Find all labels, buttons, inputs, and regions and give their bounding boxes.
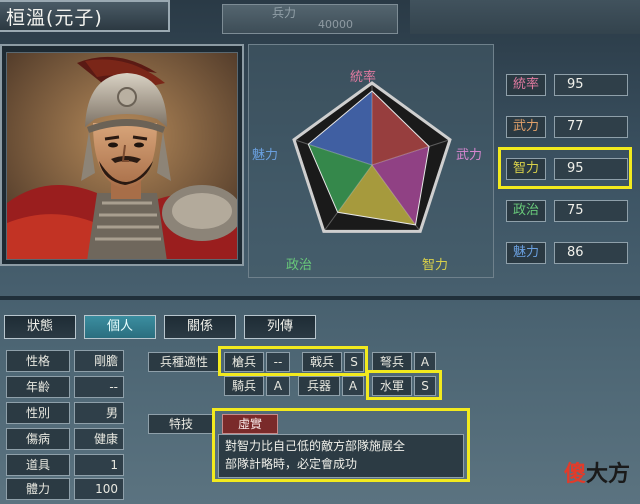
soldiers-bar (222, 4, 398, 34)
tab-biography[interactable]: 列傳 (244, 315, 316, 339)
stat-label: 政治 (506, 200, 546, 222)
unit-cavalry-grade: A (266, 376, 290, 396)
section-divider (0, 296, 640, 300)
soldiers-label: 兵力 (272, 6, 297, 20)
stat-value: 95 (554, 74, 628, 96)
attr-value: 1 (74, 454, 124, 476)
attr-label: 傷病 (6, 428, 70, 450)
stat-row-leadership: 統率 95 (506, 74, 628, 96)
officer-portrait (6, 52, 238, 260)
unit-crossbow: 弩兵 (372, 352, 412, 372)
stat-value: 86 (554, 242, 628, 264)
attr-label: 性格 (6, 350, 70, 372)
header-decor-bar (410, 0, 640, 34)
attr-label: 道具 (6, 454, 70, 476)
attr-value: 健康 (74, 428, 124, 450)
attr-row-health: 傷病 健康 (6, 428, 124, 450)
skill-title: 特技 (148, 414, 214, 434)
officer-name: 桓溫(元子) (6, 7, 103, 29)
attr-row-stamina: 體力 100 (6, 478, 124, 500)
attr-row-personality: 性格 剛膽 (6, 350, 124, 372)
watermark-part2: 大方 (585, 462, 630, 487)
attr-label: 體力 (6, 478, 70, 500)
attr-row-age: 年齡 -- (6, 376, 124, 398)
watermark-part1: 傻 (563, 462, 586, 487)
radar-label-war: 武力 (456, 148, 483, 163)
attr-value: -- (74, 376, 124, 398)
highlight-spear-halberd (218, 346, 368, 376)
stat-value: 77 (554, 116, 628, 138)
highlight-navy (366, 370, 442, 400)
watermark: 傻大方 (564, 456, 630, 488)
attr-label: 年齡 (6, 376, 70, 398)
attr-row-gender: 性別 男 (6, 402, 124, 424)
radar-label-politics: 政治 (286, 258, 313, 273)
aptitude-title: 兵種適性 (148, 352, 220, 372)
tab-status[interactable]: 狀態 (4, 315, 76, 339)
attr-row-items: 道具 1 (6, 454, 124, 476)
soldiers-value: 40000 (318, 18, 353, 31)
radar-label-intelligence: 智力 (422, 258, 449, 273)
attr-value: 男 (74, 402, 124, 424)
stat-label: 統率 (506, 74, 546, 96)
unit-siege: 兵器 (298, 376, 340, 396)
portrait-image (7, 53, 237, 259)
stat-label: 武力 (506, 116, 546, 138)
radar-label-leadership: 統率 (350, 70, 377, 85)
tab-personal[interactable]: 個人 (84, 315, 156, 339)
unit-cavalry: 騎兵 (224, 376, 264, 396)
unit-crossbow-grade: A (414, 352, 436, 372)
highlight-skill (212, 408, 470, 482)
tab-relations[interactable]: 關係 (164, 315, 236, 339)
stat-row-politics: 政治 75 (506, 200, 628, 222)
attr-value: 剛膽 (74, 350, 124, 372)
stat-value: 75 (554, 200, 628, 222)
attr-label: 性別 (6, 402, 70, 424)
stat-row-charm: 魅力 86 (506, 242, 628, 264)
stat-label: 魅力 (506, 242, 546, 264)
highlight-intelligence (498, 147, 632, 189)
unit-siege-grade: A (342, 376, 364, 396)
radar-label-charm: 魅力 (252, 148, 279, 163)
attr-value: 100 (74, 478, 124, 500)
stat-row-war: 武力 77 (506, 116, 628, 138)
